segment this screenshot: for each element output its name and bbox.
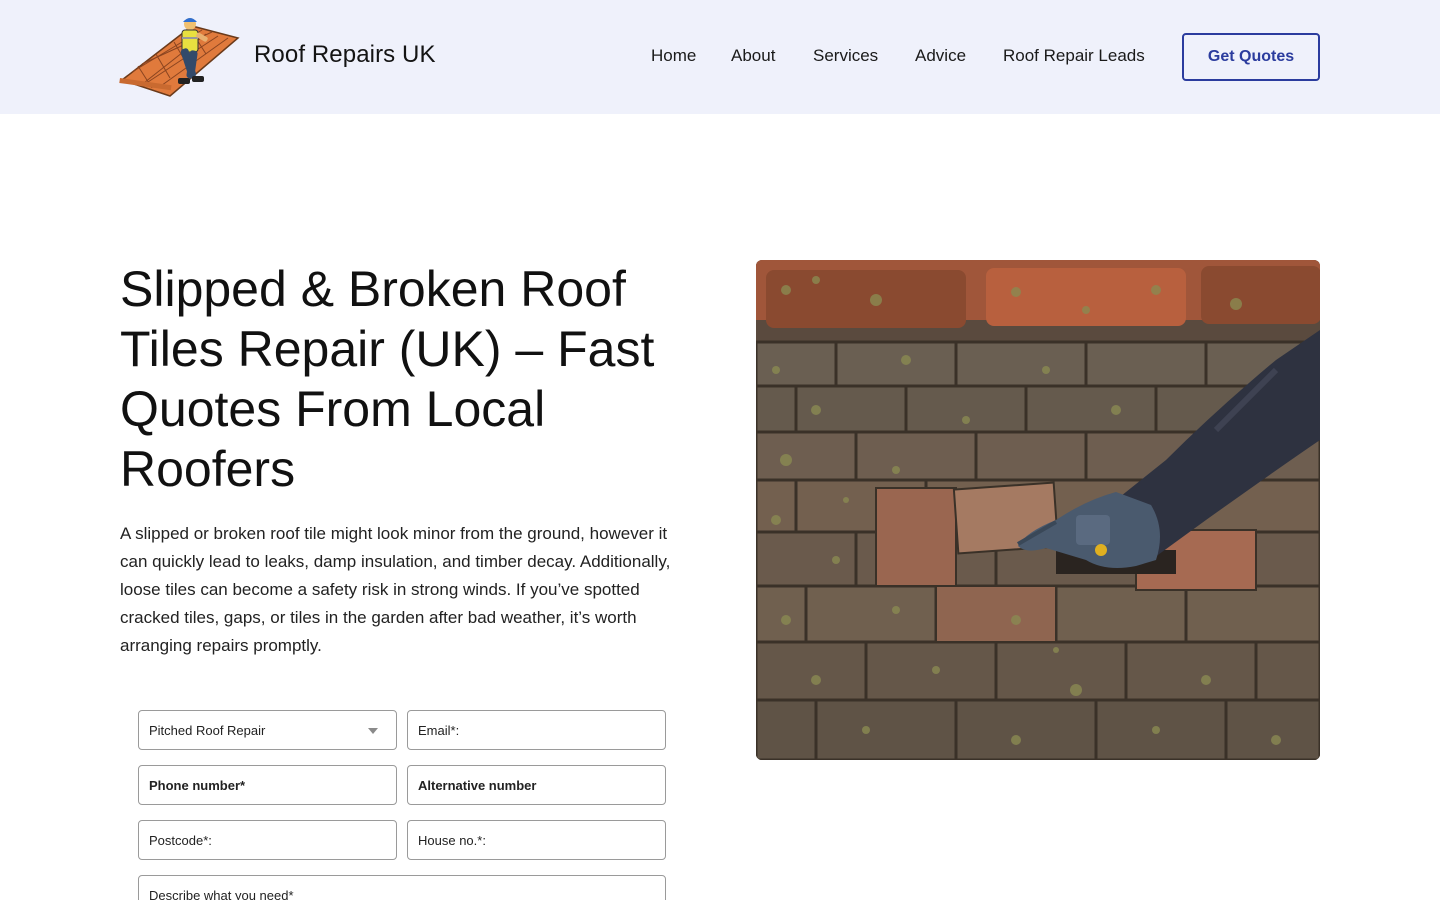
service-select[interactable]: Pitched Roof Repair xyxy=(138,710,397,750)
describe-need-field[interactable] xyxy=(138,875,666,900)
service-select-value: Pitched Roof Repair xyxy=(149,722,266,738)
alternative-number-field[interactable] xyxy=(407,765,666,805)
hero-description: A slipped or broken roof tile might look… xyxy=(120,524,671,655)
roof-tiles-photo xyxy=(756,260,1320,760)
nav-roof-repair-leads[interactable]: Roof Repair Leads xyxy=(1003,46,1145,66)
roof-tiles-illustration xyxy=(756,260,1320,760)
phone-field[interactable] xyxy=(138,765,397,805)
nav-services[interactable]: Services xyxy=(813,46,878,66)
nav-advice[interactable]: Advice xyxy=(915,46,966,66)
nav-home[interactable]: Home xyxy=(651,46,696,66)
quote-form: Pitched Roof Repair xyxy=(138,710,666,900)
chevron-down-icon xyxy=(368,728,378,734)
page-title: Slipped & Broken Roof Tiles Repair (UK) … xyxy=(120,261,655,497)
nav-about[interactable]: About xyxy=(731,46,775,66)
site-header: Roof Repairs UK Home About Services Advi… xyxy=(0,0,1440,114)
postcode-field[interactable] xyxy=(138,820,397,860)
house-number-field[interactable] xyxy=(407,820,666,860)
email-field[interactable] xyxy=(407,710,666,750)
get-quotes-button[interactable]: Get Quotes xyxy=(1182,33,1320,81)
